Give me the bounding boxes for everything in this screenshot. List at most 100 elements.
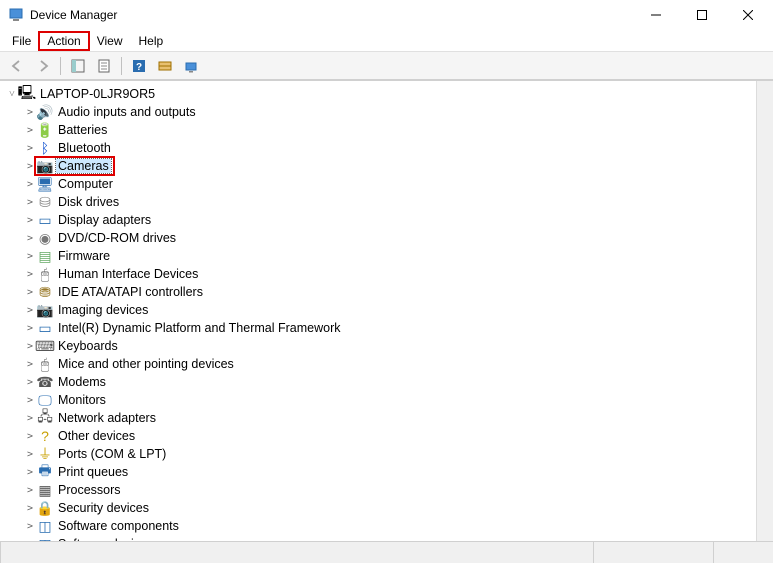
category-label: Cameras [56,159,111,173]
tree-category[interactable]: >📷Imaging devices [0,301,756,319]
category-label: Batteries [56,123,109,137]
menu-action[interactable]: Action [39,32,88,50]
category-label: Modems [56,375,108,389]
expand-icon[interactable]: > [24,251,36,262]
img-icon: 📷 [36,302,54,318]
disp-icon: ▭ [36,212,54,228]
expand-icon[interactable]: > [24,179,36,190]
properties-button[interactable] [93,55,115,77]
expand-icon[interactable]: > [24,215,36,226]
tree-category[interactable]: >🖱Human Interface Devices [0,265,756,283]
category-label: DVD/CD-ROM drives [56,231,178,245]
tree-category[interactable]: >◉DVD/CD-ROM drives [0,229,756,247]
forward-button[interactable] [32,55,54,77]
tree-category[interactable]: >ᛒBluetooth [0,139,756,157]
category-label: Display adapters [56,213,153,227]
category-label: Keyboards [56,339,120,353]
category-label: Processors [56,483,123,497]
tree-category[interactable]: >⏚Ports (COM & LPT) [0,445,756,463]
expand-icon[interactable]: > [24,143,36,154]
tree-category[interactable]: >🔋Batteries [0,121,756,139]
show-hide-console-tree-button[interactable] [67,55,89,77]
expand-icon[interactable]: > [24,305,36,316]
tree-category[interactable]: >▭Display adapters [0,211,756,229]
menu-view[interactable]: View [89,32,131,50]
tree-category[interactable]: >🖶Print queues [0,463,756,481]
close-button[interactable] [725,0,771,30]
tree-category[interactable]: >☎Modems [0,373,756,391]
expand-icon[interactable]: > [24,107,36,118]
expand-icon[interactable]: > [24,521,36,532]
sec-icon: 🔒 [36,500,54,516]
category-label: IDE ATA/ATAPI controllers [56,285,205,299]
content-area: ˅ 🖳 LAPTOP-0LJR9OR5 >🔊Audio inputs and o… [0,80,773,541]
scan-hardware-button[interactable] [154,55,176,77]
menu-help[interactable]: Help [131,32,172,50]
expand-icon[interactable]: > [24,359,36,370]
category-label: Security devices [56,501,151,515]
maximize-button[interactable] [679,0,725,30]
tree-category[interactable]: >▤Firmware [0,247,756,265]
expand-icon[interactable]: > [24,377,36,388]
tree-category[interactable]: >▭Intel(R) Dynamic Platform and Thermal … [0,319,756,337]
tree-category[interactable]: >🔒Security devices [0,499,756,517]
tree-category[interactable]: >🖥Computer [0,175,756,193]
expand-icon[interactable]: > [24,413,36,424]
tree-category[interactable]: >🖧Network adapters [0,409,756,427]
tree-root[interactable]: ˅ 🖳 LAPTOP-0LJR9OR5 [0,85,756,103]
tree-category[interactable]: >◫Software components [0,517,756,535]
category-label: Firmware [56,249,112,263]
expand-icon[interactable]: > [24,395,36,406]
expand-icon[interactable]: > [24,503,36,514]
tree-category[interactable]: >📷Cameras [0,157,756,175]
category-label: Network adapters [56,411,158,425]
tree-category[interactable]: >⛃IDE ATA/ATAPI controllers [0,283,756,301]
expand-icon[interactable]: > [24,467,36,478]
hid-icon: 🖱 [36,266,54,282]
expand-icon[interactable]: > [24,197,36,208]
expand-icon[interactable]: > [24,269,36,280]
help-button[interactable]: ? [128,55,150,77]
titlebar: Device Manager [0,0,773,30]
update-driver-button[interactable] [180,55,202,77]
menubar: File Action View Help [0,30,773,52]
expand-icon[interactable]: > [24,323,36,334]
expand-icon[interactable]: > [24,161,36,172]
vertical-scrollbar[interactable] [756,81,773,541]
fw-icon: ▤ [36,248,54,264]
back-button[interactable] [6,55,28,77]
expand-icon[interactable]: > [24,233,36,244]
category-label: Audio inputs and outputs [56,105,198,119]
tree-category[interactable]: >⛁Disk drives [0,193,756,211]
toolbar: ? [0,52,773,80]
soft-icon: ◫ [36,518,54,534]
tree-category[interactable]: >?Other devices [0,427,756,445]
category-label: Mice and other pointing devices [56,357,236,371]
expand-icon[interactable]: > [24,431,36,442]
cam-icon: 📷 [36,158,54,174]
category-label: Human Interface Devices [56,267,200,281]
tree-category[interactable]: >🖱Mice and other pointing devices [0,355,756,373]
dvd-icon: ◉ [36,230,54,246]
ide-icon: ⛃ [36,284,54,300]
tree-category[interactable]: >🖵Monitors [0,391,756,409]
menu-file[interactable]: File [4,32,39,50]
tree-category[interactable]: >🔊Audio inputs and outputs [0,103,756,121]
toolbar-separator [121,57,122,75]
expand-icon[interactable]: > [24,449,36,460]
print-icon: 🖶 [36,464,54,480]
status-pane-2 [593,542,713,563]
category-label: Computer [56,177,115,191]
expand-icon[interactable]: > [24,287,36,298]
status-pane-3 [713,542,773,563]
window-title: Device Manager [30,8,633,22]
expand-icon[interactable]: > [24,485,36,496]
tree-category[interactable]: >⌨Keyboards [0,337,756,355]
computer-icon: 🖳 [18,86,36,102]
device-tree[interactable]: ˅ 🖳 LAPTOP-0LJR9OR5 >🔊Audio inputs and o… [0,81,756,541]
tree-category[interactable]: >▦Processors [0,481,756,499]
collapse-icon[interactable]: ˅ [6,89,18,100]
minimize-button[interactable] [633,0,679,30]
expand-icon[interactable]: > [24,125,36,136]
batt-icon: 🔋 [36,122,54,138]
